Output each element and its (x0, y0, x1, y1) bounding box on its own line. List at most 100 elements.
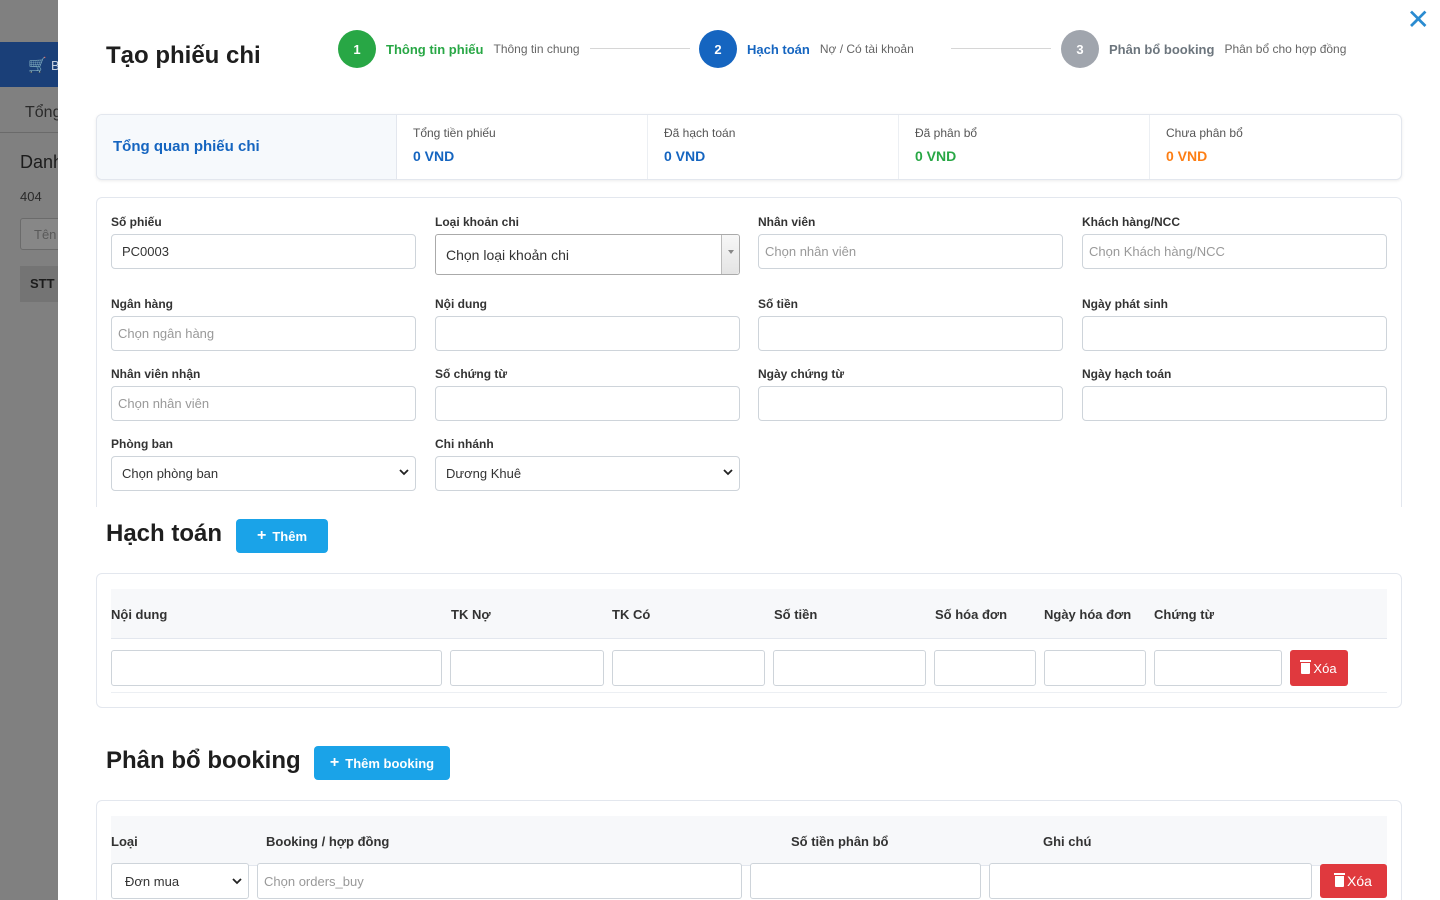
overview-unallocated: Chưa phân bổ 0 VND (1150, 115, 1401, 179)
row-so-tien-input[interactable] (773, 650, 926, 686)
trash-icon (1300, 659, 1312, 674)
step-1[interactable]: 1 Thông tin phiếu Thông tin chung (338, 30, 580, 68)
step-1-label: Thông tin phiếu (386, 41, 484, 57)
col-so-tien: Số tiền (774, 607, 818, 622)
phong-ban-label: Phòng ban (111, 437, 173, 451)
col-ngay-hoa-don: Ngày hóa đơn (1044, 607, 1132, 622)
col-chung-tu: Chứng từ (1154, 607, 1214, 622)
row-so-hoa-don-input[interactable] (934, 650, 1036, 686)
col-so-tien-phan-bo: Số tiền phân bổ (791, 834, 889, 849)
overview-accounted: Đã hạch toán 0 VND (648, 115, 899, 179)
plus-icon: + (329, 754, 340, 771)
loai-khoan-chi-select[interactable]: Chọn loại khoản chi (435, 234, 740, 275)
ngay-chung-tu-input[interactable] (758, 386, 1063, 421)
so-phieu-label: Số phiếu (111, 215, 162, 229)
overview-label: Đã phân bổ (915, 126, 978, 140)
row-noi-dung-input[interactable] (111, 650, 442, 686)
delete-hach-toan-button[interactable]: Xóa (1290, 650, 1348, 686)
row-ghi-chu-input[interactable] (989, 863, 1312, 899)
overview-card: Tổng quan phiếu chi Tổng tiền phiếu 0 VN… (96, 114, 1402, 180)
row-tk-co-input[interactable] (612, 650, 765, 686)
add-hach-toan-button[interactable]: + Thêm (236, 519, 328, 553)
khach-hang-label: Khách hàng/NCC (1082, 215, 1181, 229)
overview-title: Tổng quan phiếu chi (97, 115, 397, 179)
overview-value: 0 VND (915, 148, 957, 164)
loai-khoan-chi-value: Chọn loại khoản chi (446, 246, 569, 263)
step-3-label: Phân bổ booking (1109, 41, 1215, 57)
row-loai-value: Đơn mua (125, 873, 180, 889)
phan-bo-title: Phân bổ booking (106, 747, 301, 774)
create-payment-modal: ✕ Tạo phiếu chi 1 Thông tin phiếu Thông … (58, 0, 1440, 900)
chevron-down-icon (232, 876, 242, 889)
chi-nhanh-label: Chi nhánh (435, 437, 494, 451)
hach-toan-table: Nội dung TK Nợ TK Có Số tiền Số hóa đơn … (96, 573, 1402, 708)
step-connector (590, 48, 690, 49)
step-3-number: 3 (1061, 30, 1099, 68)
delete-label: Xóa (1313, 660, 1337, 676)
bg-divider (0, 132, 58, 133)
hach-toan-thead: Nội dung TK Nợ TK Có Số tiền Số hóa đơn … (111, 589, 1387, 639)
row-divider (111, 692, 1387, 693)
step-2-sub: Nợ / Có tài khoản (819, 42, 914, 56)
add-booking-button[interactable]: + Thêm booking (314, 746, 450, 780)
step-3[interactable]: 3 Phân bổ booking Phân bổ cho hợp đồng (1061, 30, 1346, 68)
row-loai-select[interactable]: Đơn mua (111, 863, 249, 899)
row-booking-input[interactable]: Chọn orders_buy (257, 863, 742, 899)
col-tk-no: TK Nợ (451, 607, 491, 622)
phong-ban-value: Chọn phòng ban (122, 466, 219, 481)
overview-label: Chưa phân bổ (1166, 126, 1243, 140)
so-tien-input[interactable] (758, 316, 1063, 351)
cart-icon: 🛒 (28, 57, 47, 74)
so-chung-tu-label: Số chứng từ (435, 367, 508, 381)
so-tien-label: Số tiền (758, 297, 799, 311)
chevron-down-icon (399, 467, 409, 480)
noi-dung-input[interactable] (435, 316, 740, 351)
khach-hang-input[interactable]: Chọn Khách hàng/NCC (1082, 234, 1387, 269)
overview-label: Đã hạch toán (664, 126, 736, 140)
so-chung-tu-input[interactable] (435, 386, 740, 421)
so-phieu-input[interactable]: PC0003 (111, 234, 416, 269)
add-hach-toan-label: Thêm (272, 528, 307, 544)
col-ghi-chu: Ghi chú (1043, 834, 1092, 849)
ngan-hang-label: Ngân hàng (111, 297, 173, 311)
bg-count: 404 (20, 189, 42, 204)
step-2-label: Hạch toán (747, 41, 810, 57)
phong-ban-select[interactable]: Chọn phòng ban (111, 456, 416, 491)
overview-value: 0 VND (1166, 148, 1208, 164)
overview-label: Tổng tiền phiếu (413, 126, 496, 140)
col-loai: Loại (111, 834, 138, 849)
row-so-tien-phan-bo-input[interactable] (750, 863, 981, 899)
row-tk-no-input[interactable] (450, 650, 604, 686)
close-icon[interactable]: ✕ (1407, 6, 1430, 34)
ngay-hach-toan-input[interactable] (1082, 386, 1387, 421)
step-2[interactable]: 2 Hạch toán Nợ / Có tài khoản (699, 30, 914, 68)
delete-label: Xóa (1347, 873, 1372, 889)
overview-total: Tổng tiền phiếu 0 VND (397, 115, 648, 179)
chi-nhanh-select[interactable]: Dương Khuê (435, 456, 740, 491)
noi-dung-label: Nội dung (435, 297, 487, 311)
payment-form: Số phiếu PC0003 Loại khoản chi Chọn loại… (96, 197, 1402, 507)
plus-icon: + (256, 527, 267, 544)
row-ngay-hoa-don-input[interactable] (1044, 650, 1146, 686)
step-1-number: 1 (338, 30, 376, 68)
nhan-vien-nhan-label: Nhân viên nhận (111, 367, 201, 381)
col-so-hoa-don: Số hóa đơn (935, 607, 1008, 622)
loai-khoan-chi-label: Loại khoản chi (435, 215, 520, 229)
nhan-vien-label: Nhân viên (758, 215, 816, 229)
ngay-phat-sinh-input[interactable] (1082, 316, 1387, 351)
row-chung-tu-input[interactable] (1154, 650, 1282, 686)
nhan-vien-input[interactable]: Chọn nhân viên (758, 234, 1063, 269)
step-2-number: 2 (699, 30, 737, 68)
overview-value: 0 VND (413, 148, 455, 164)
overview-allocated: Đã phân bổ 0 VND (899, 115, 1150, 179)
chi-nhanh-value: Dương Khuê (446, 466, 522, 481)
col-noi-dung: Nội dung (111, 607, 168, 622)
ngan-hang-input[interactable]: Chọn ngân hàng (111, 316, 416, 351)
step-3-sub: Phân bổ cho hợp đồng (1224, 42, 1347, 56)
chevron-down-icon (723, 467, 733, 480)
add-booking-label: Thêm booking (345, 755, 435, 771)
phan-bo-thead: Loại Booking / hợp đồng Số tiền phân bổ … (111, 816, 1387, 866)
phan-bo-table: Loại Booking / hợp đồng Số tiền phân bổ … (96, 800, 1402, 900)
nhan-vien-nhan-input[interactable]: Chọn nhân viên (111, 386, 416, 421)
delete-booking-button[interactable]: Xóa (1320, 864, 1387, 898)
